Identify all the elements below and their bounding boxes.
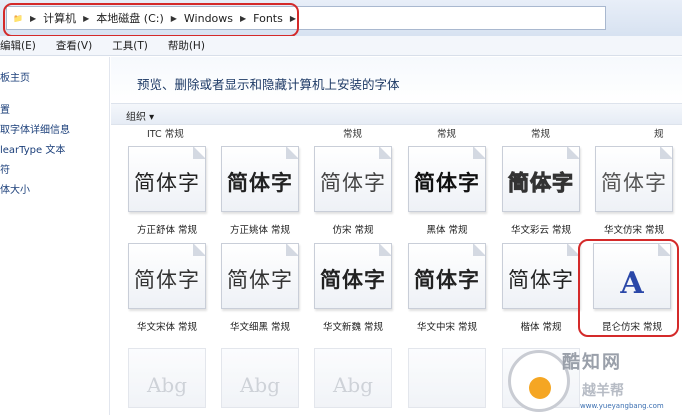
- sidebar-item-get-font-info[interactable]: 取字体详细信息: [0, 121, 70, 136]
- watermark-logo: 酷知网 越羊帮 www.yueyangbang.com: [508, 338, 682, 415]
- fonts-window: 📁 ▶ 计算机 ▶ 本地磁盘 (C:) ▶ Windows ▶ Fonts ▶ …: [0, 0, 682, 415]
- font-sample: Abg: [332, 373, 374, 397]
- watermark-url: www.yueyangbang.com: [580, 402, 664, 410]
- font-label-partial: ITC 常规: [147, 129, 184, 140]
- font-tile-huawen-xinwei[interactable]: 简体字: [314, 243, 392, 309]
- font-highlight-annotation: [578, 239, 679, 337]
- font-sample: 简体字: [134, 171, 200, 195]
- sidebar-item-character-map[interactable]: 符: [0, 161, 10, 176]
- font-sample: 简体字: [601, 171, 667, 195]
- menu-view[interactable]: 查看(V): [56, 38, 92, 53]
- font-name: 楷体 常规: [520, 322, 562, 333]
- font-label-partial: 常规: [437, 129, 457, 140]
- font-name: 华文细黑 常规: [229, 322, 291, 333]
- sidebar-item-font-size[interactable]: 体大小: [0, 181, 30, 196]
- font-tile-huawen-xihei[interactable]: 简体字: [221, 243, 299, 309]
- font-name: 华文宋体 常规: [136, 322, 198, 333]
- sidebar-item-control-panel-home[interactable]: 板主页: [0, 69, 30, 84]
- page-title: 预览、删除或者显示和隐藏计算机上安装的字体: [137, 77, 400, 92]
- watermark-circle: [508, 350, 570, 412]
- font-name: 仿宋 常规: [332, 225, 374, 236]
- font-tile-huawen-zhongsong[interactable]: 简体字: [408, 243, 486, 309]
- font-name: 黑体 常规: [426, 225, 468, 236]
- font-tile-stacked[interactable]: Abg: [221, 348, 299, 408]
- font-tile-fangzheng-shuti[interactable]: 简体字: [128, 146, 206, 212]
- font-sample: 简体字: [227, 268, 293, 292]
- font-tile-stacked[interactable]: Abg: [128, 348, 206, 408]
- font-tile-fangsong[interactable]: 简体字: [314, 146, 392, 212]
- font-sample: 简体字: [320, 267, 386, 292]
- menu-help[interactable]: 帮助(H): [168, 38, 205, 53]
- font-name: 方正姚体 常规: [229, 225, 291, 236]
- sidebar-item-cleartype[interactable]: learType 文本: [0, 141, 65, 156]
- font-tile-huawen-songti[interactable]: 简体字: [128, 243, 206, 309]
- font-sample: Abg: [146, 373, 188, 397]
- font-name: 华文彩云 常规: [510, 225, 572, 236]
- watermark-dot: [529, 377, 551, 399]
- font-tile-heiti[interactable]: 简体字: [408, 146, 486, 212]
- toolbar: 组织 ▾: [111, 103, 682, 125]
- menu-edit[interactable]: 编辑(E): [0, 38, 36, 53]
- font-name: 华文中宋 常规: [416, 322, 478, 333]
- font-label-partial: 规: [654, 129, 664, 140]
- font-label-partial: 常规: [531, 129, 551, 140]
- address-bar-area: 📁 ▶ 计算机 ▶ 本地磁盘 (C:) ▶ Windows ▶ Fonts ▶: [0, 0, 682, 37]
- font-tile-huawen-caiyun[interactable]: 简体字: [502, 146, 580, 212]
- font-sample: 简体字: [414, 171, 480, 195]
- menu-tools[interactable]: 工具(T): [112, 38, 148, 53]
- font-sample: 简体字: [134, 268, 200, 292]
- font-name: 方正舒体 常规: [136, 225, 198, 236]
- font-tile-stacked[interactable]: [408, 348, 486, 408]
- font-sample: 简体字: [414, 267, 480, 292]
- font-tile-huawen-fangsong[interactable]: 简体字: [595, 146, 673, 212]
- font-label-partial: 常规: [343, 129, 363, 140]
- font-sample: Abg: [239, 373, 281, 397]
- address-highlight-annotation: [3, 3, 299, 37]
- organize-button[interactable]: 组织 ▾: [126, 108, 154, 123]
- watermark-subtitle: 越羊帮: [582, 383, 624, 399]
- sidebar-item-settings[interactable]: 置: [0, 101, 10, 116]
- font-sample: 简体字: [508, 268, 574, 292]
- menu-bar: 编辑(E) 查看(V) 工具(T) 帮助(H): [0, 36, 682, 56]
- font-sample: 简体字: [320, 171, 386, 195]
- font-tile-stacked[interactable]: Abg: [314, 348, 392, 408]
- watermark-title: 酷知网: [562, 352, 622, 373]
- font-name: 华文新魏 常规: [322, 322, 384, 333]
- font-name: 华文仿宋 常规: [603, 225, 665, 236]
- font-tile-fangzheng-yaoti[interactable]: 简体字: [221, 146, 299, 212]
- header-banner: 预览、删除或者显示和隐藏计算机上安装的字体: [111, 57, 682, 103]
- font-sample: 简体字: [508, 171, 574, 196]
- font-tile-kaiti[interactable]: 简体字: [502, 243, 580, 309]
- sidebar: 板主页 置 取字体详细信息 learType 文本 符 体大小: [0, 57, 110, 415]
- font-sample: 简体字: [227, 171, 293, 195]
